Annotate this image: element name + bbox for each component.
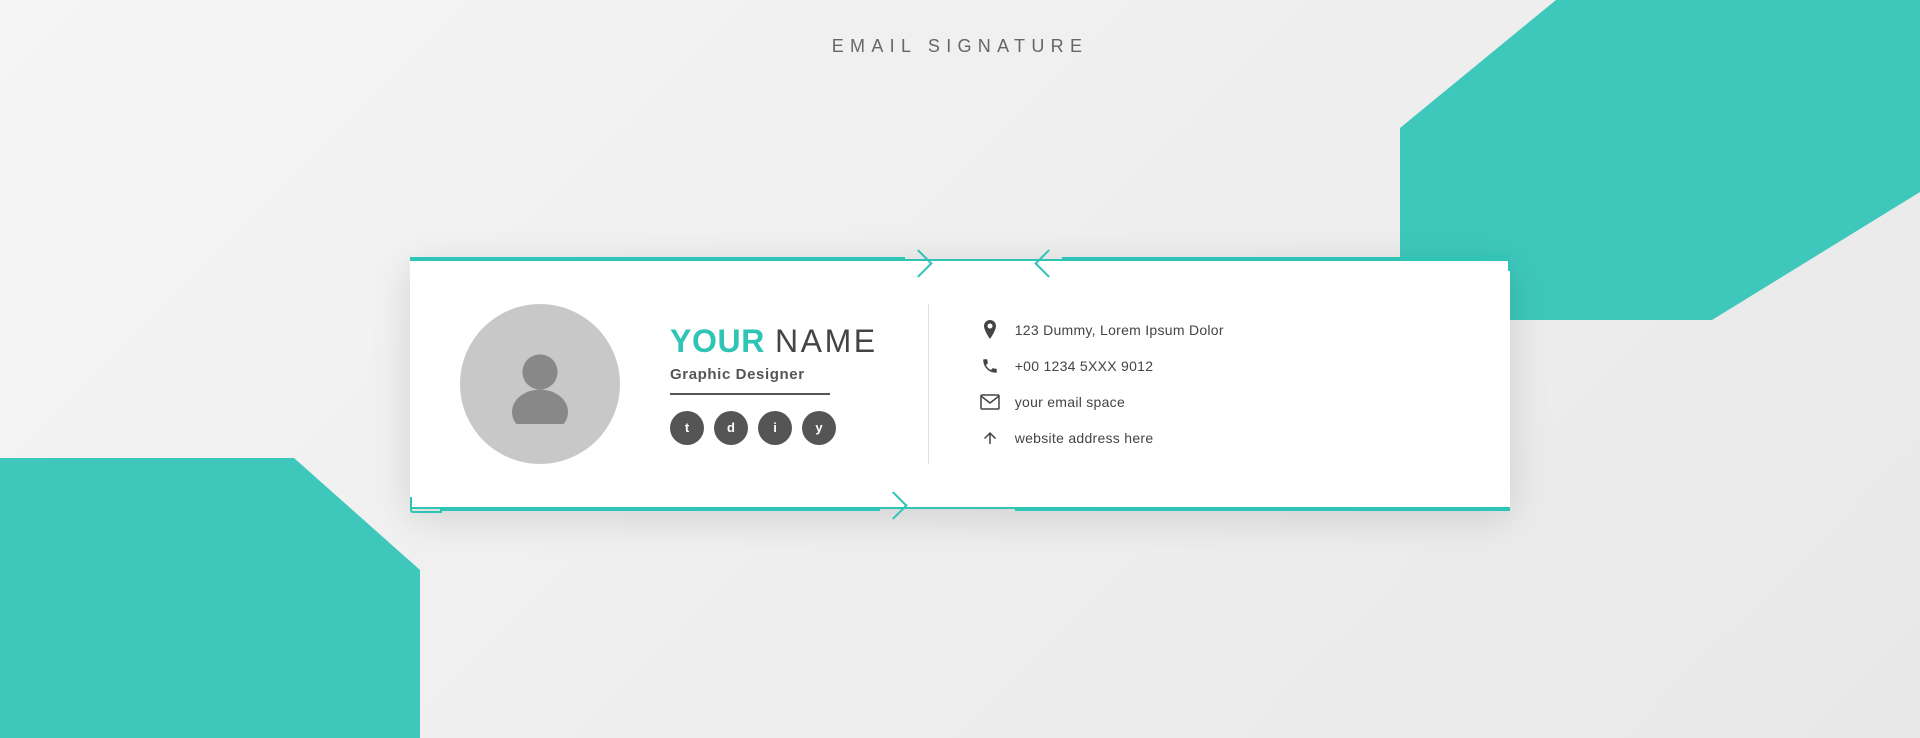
social-youtube[interactable]: y xyxy=(802,411,836,445)
name-highlight: YOUR xyxy=(670,323,765,360)
name-divider xyxy=(670,393,830,395)
social-icons-row: t d i y xyxy=(670,411,878,445)
social-instagram[interactable]: i xyxy=(758,411,792,445)
contact-phone: +00 1234 5XXX 9012 xyxy=(979,355,1460,377)
contact-email: your email space xyxy=(979,391,1460,413)
contact-website: website address here xyxy=(979,427,1460,449)
contact-section: 123 Dummy, Lorem Ipsum Dolor +00 1234 5X… xyxy=(979,319,1460,449)
social-twitter[interactable]: t xyxy=(670,411,704,445)
card-wrapper: YOUR NAME Graphic Designer t d i y xyxy=(410,259,1510,509)
name-row: YOUR NAME xyxy=(670,323,878,360)
border-bottom-left xyxy=(440,509,880,511)
phone-icon xyxy=(979,355,1001,377)
website-text: website address here xyxy=(1015,430,1154,446)
avatar xyxy=(460,304,620,464)
name-section: YOUR NAME Graphic Designer t d i y xyxy=(670,323,878,445)
email-icon xyxy=(979,391,1001,413)
email-signature-card: YOUR NAME Graphic Designer t d i y xyxy=(410,259,1510,509)
address-text: 123 Dummy, Lorem Ipsum Dolor xyxy=(1015,322,1224,338)
border-top-left xyxy=(410,257,905,259)
section-divider xyxy=(928,304,929,464)
page-title: EMAIL SIGNATURE xyxy=(832,36,1089,57)
phone-text: +00 1234 5XXX 9012 xyxy=(1015,358,1154,374)
website-icon xyxy=(979,427,1001,449)
teal-shape-bottom xyxy=(0,458,420,738)
contact-address: 123 Dummy, Lorem Ipsum Dolor xyxy=(979,319,1460,341)
address-icon xyxy=(979,319,1001,341)
email-text: your email space xyxy=(1015,394,1125,410)
social-dribbble[interactable]: d xyxy=(714,411,748,445)
job-title: Graphic Designer xyxy=(670,366,878,383)
avatar-silhouette-icon xyxy=(500,344,580,424)
name-rest: NAME xyxy=(775,323,878,360)
border-bottom-right xyxy=(1015,509,1510,511)
border-top-right xyxy=(1062,257,1480,259)
